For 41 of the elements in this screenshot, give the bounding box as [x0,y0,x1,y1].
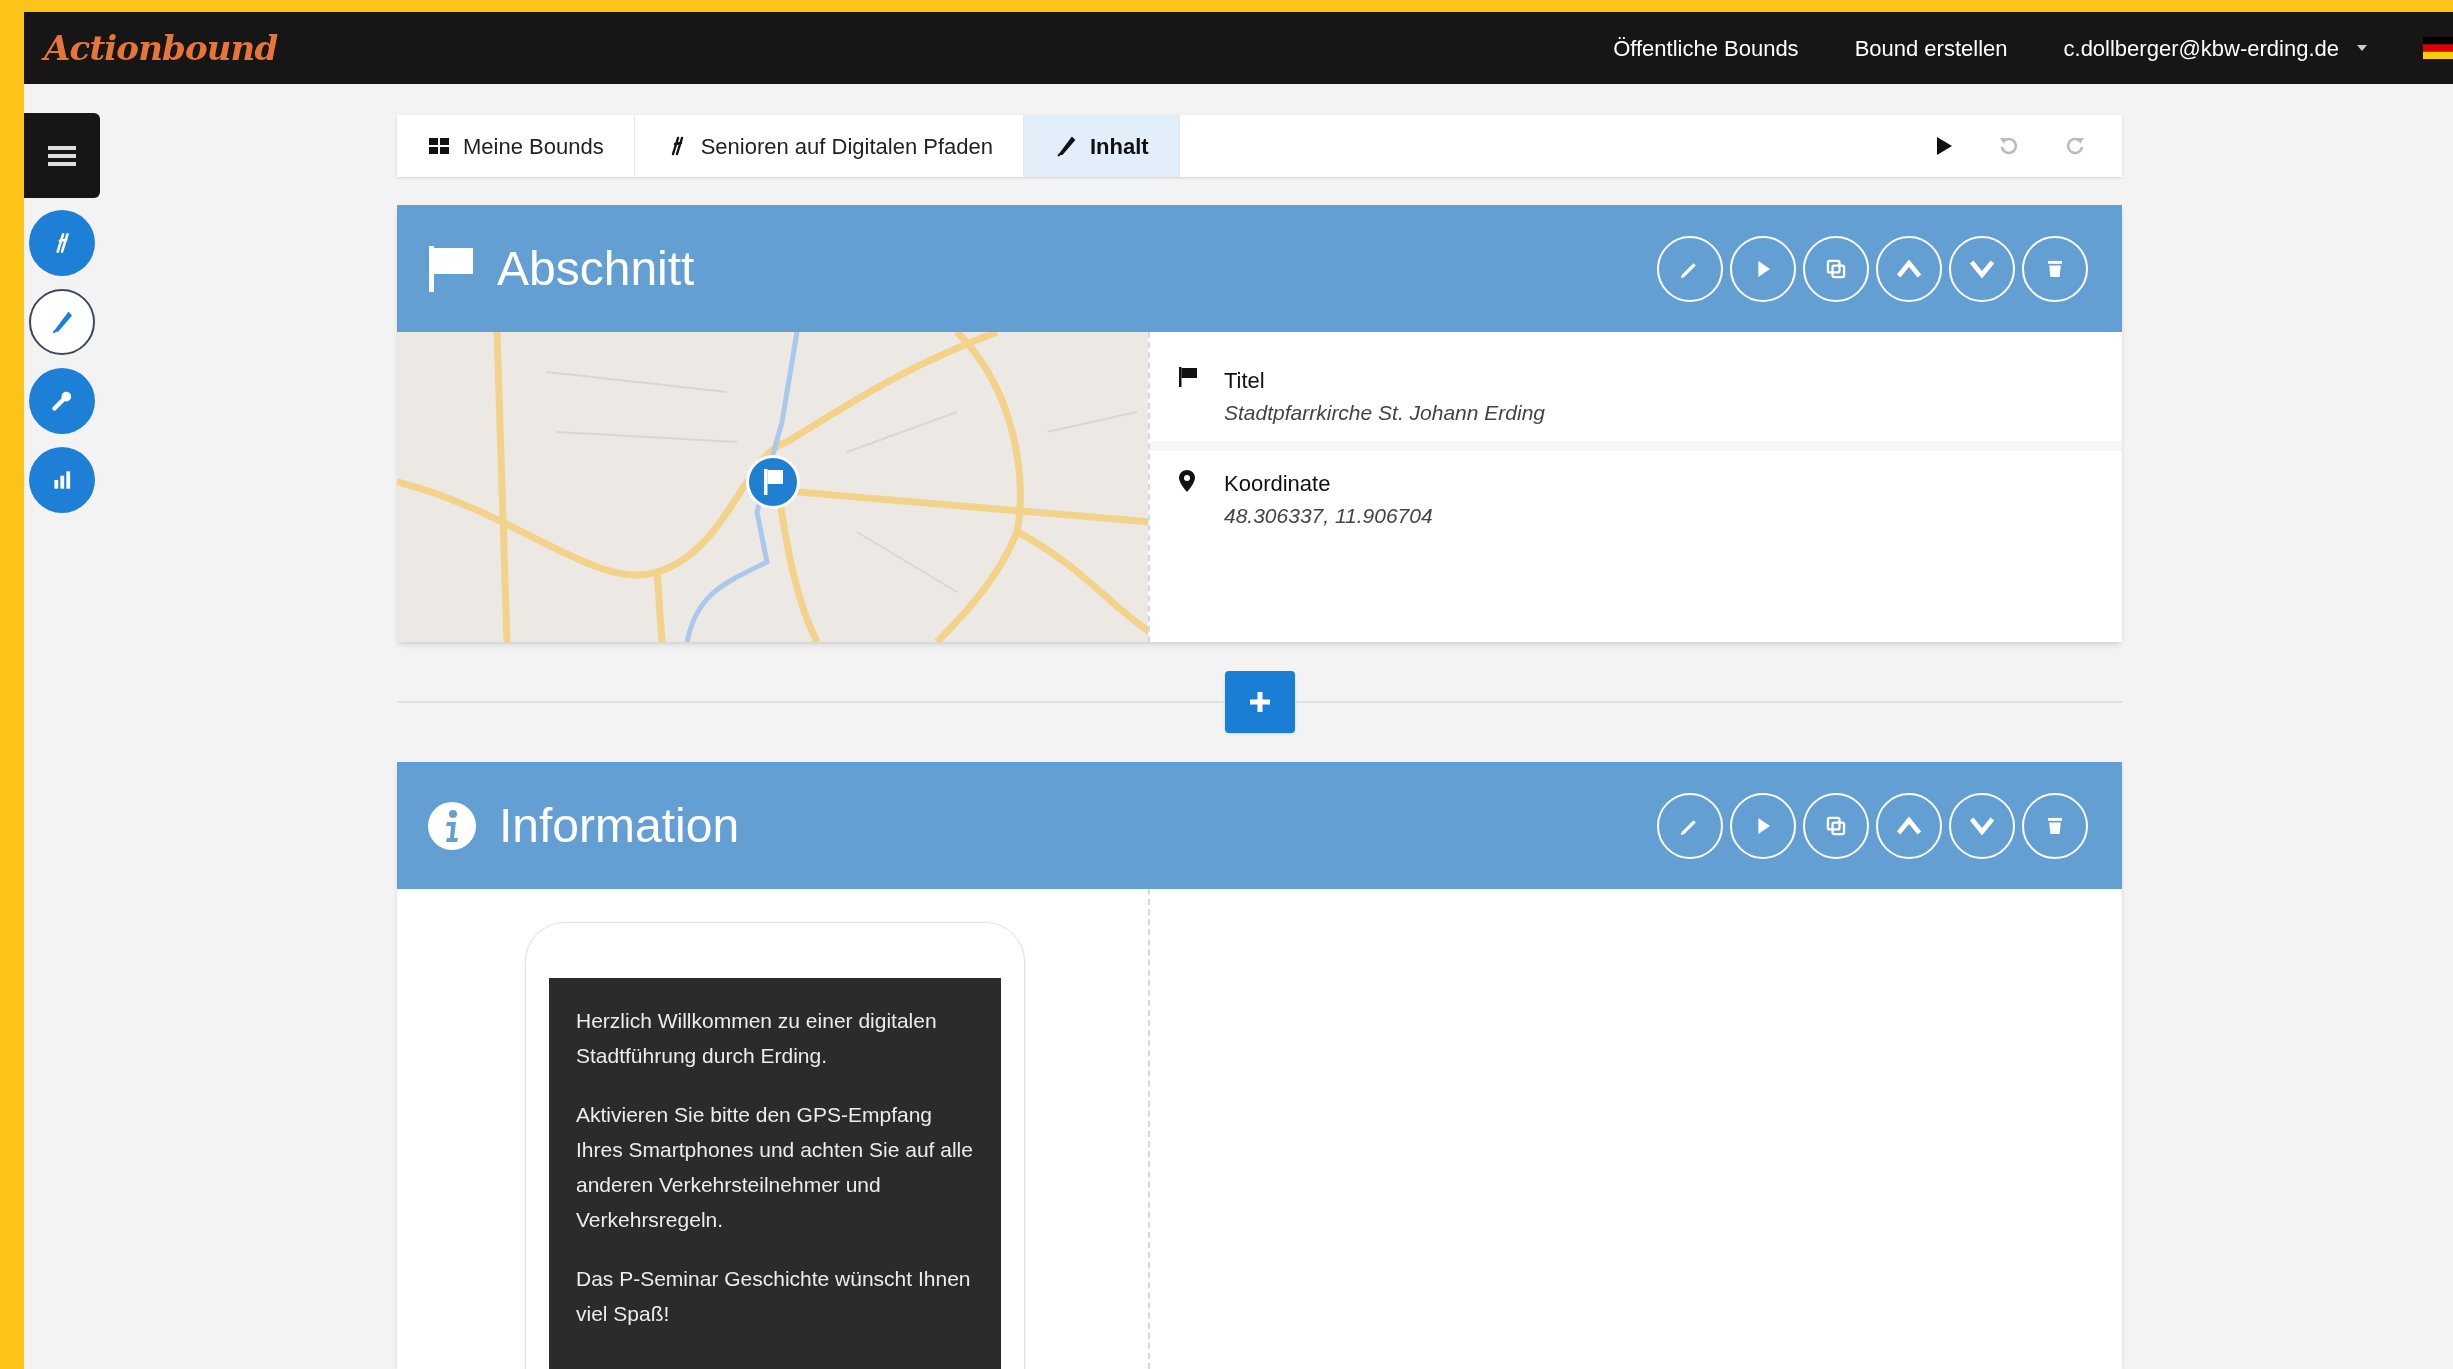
menu-button[interactable] [24,113,100,198]
copy-button[interactable] [1803,235,1869,302]
add-button[interactable] [1224,671,1295,733]
map-pin-icon [1178,468,1196,493]
undo-icon[interactable] [1998,135,2020,157]
delete-button[interactable] [2022,235,2088,302]
move-up-button[interactable] [1876,235,1942,302]
copy-button[interactable] [1803,792,1869,859]
move-down-button[interactable] [1949,235,2015,302]
breadcrumb-item[interactable]: Senioren auf Digitalen Pfaden [634,115,1024,177]
map-marker-icon [745,454,801,510]
field-value: Stadtpfarrkirche St. Johann Erding [1224,400,1545,426]
field-label: Titel [1224,367,1266,395]
delete-button[interactable] [2022,792,2088,859]
caret-icon [2357,45,2367,51]
flag-icon [1178,366,1198,388]
edit-button[interactable] [1657,235,1723,302]
redo-icon[interactable] [2064,135,2086,157]
breadcrumb-item[interactable]: Inhalt [1024,115,1180,177]
nav-link[interactable]: Öffentliche Bounds [1613,31,1799,65]
info-icon [427,800,477,851]
move-up-button[interactable] [1876,792,1942,859]
welcome-text: Aktivieren Sie bitte den GPS-Empfang Ihres Smartphones und achten Sie auf alle anderen Verkehrsteilnehmer und Verkehrsregeln. [576,1102,974,1233]
user-menu[interactable]: c.dollberger@kbw-erding.de [2063,31,2367,65]
breadcrumb-item[interactable]: Meine Bounds [397,115,635,177]
flag-icon [427,243,475,294]
card-title: Information [499,797,740,854]
preview-button[interactable] [1730,235,1796,302]
nav-link[interactable]: Bound erstellen [1854,31,2008,65]
plus-icon [1248,691,1271,713]
preview-button[interactable] [1730,792,1796,859]
edit-button[interactable] [1657,792,1723,859]
field-value: 48.306337, 11.906704 [1224,502,1433,529]
play-icon[interactable] [1934,136,1954,156]
welcome-text: Herzlich Willkommen zu einer digitalen Stadtführung durch Erding. [576,1008,938,1069]
german-flag-icon[interactable] [2423,37,2453,59]
welcome-text: Das P-Seminar Geschichte wünscht Ihnen viel Spaß! [576,1266,972,1327]
move-down-button[interactable] [1949,792,2015,859]
menu-icon [48,144,76,167]
field-label: Koordinate [1224,469,1332,498]
card-title: Abschnitt [497,240,695,297]
